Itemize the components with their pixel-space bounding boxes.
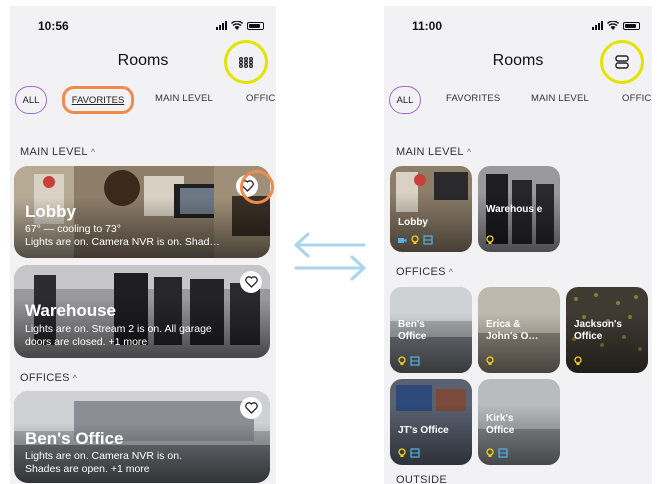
signal-icon xyxy=(592,21,603,30)
device-icons xyxy=(397,448,420,458)
device-icons xyxy=(397,235,433,245)
room-card-lobby[interactable]: Lobby 67° — cooling to 73° Lights are on… xyxy=(14,166,270,258)
room-name: Erica & John's O… xyxy=(486,319,539,342)
room-name: JT's Office xyxy=(398,425,449,436)
room-status-line-2: doors are closed. +1 more xyxy=(25,336,148,348)
section-header-main-level[interactable]: MAIN LEVEL ^ xyxy=(20,146,95,158)
room-card-warehouse[interactable]: Warehouse Lights are on. Stream 2 is on.… xyxy=(14,265,270,358)
chevron-up-icon: ^ xyxy=(72,373,78,383)
bulb-icon xyxy=(398,448,406,457)
status-icons xyxy=(592,21,640,30)
room-name: Lobby xyxy=(25,202,76,221)
tab-all[interactable]: ALL xyxy=(15,86,47,114)
phone-list-view: 10:56 Rooms ALL FAVORITES MAIN LEVEL OFF… xyxy=(10,6,276,484)
device-icons xyxy=(397,356,420,366)
status-time: 10:56 xyxy=(38,19,69,33)
list-view-icon xyxy=(615,55,629,69)
grid-view-icon xyxy=(239,56,253,68)
bulb-icon xyxy=(411,235,419,244)
shade-icon xyxy=(410,448,420,458)
favorite-button[interactable] xyxy=(240,397,262,419)
swap-arrows-icon xyxy=(294,232,366,281)
bulb-icon xyxy=(574,356,582,365)
section-label: OFFICES xyxy=(20,372,70,384)
section-label: OUTSIDE xyxy=(396,474,447,484)
room-status-line-1: Lights are on. Stream 2 is on. All garag… xyxy=(25,323,212,335)
chevron-up-icon: ^ xyxy=(90,147,96,157)
wifi-icon xyxy=(607,21,619,30)
tab-offices[interactable]: OFFIC xyxy=(246,93,276,104)
room-tile-bens-office[interactable]: Ben's Office xyxy=(390,287,472,373)
room-name: Lobby xyxy=(398,217,428,228)
wifi-icon xyxy=(231,21,243,30)
signal-icon xyxy=(216,21,227,30)
camera-icon xyxy=(398,238,407,243)
section-header-offices[interactable]: OFFICES ^ xyxy=(396,266,453,278)
status-icons xyxy=(216,21,264,30)
bulb-icon xyxy=(486,448,494,457)
room-tile-jacksons-office[interactable]: Jackson's Office xyxy=(566,287,648,373)
shade-icon xyxy=(423,235,433,245)
tab-all[interactable]: ALL xyxy=(389,86,421,114)
bulb-icon xyxy=(486,235,494,244)
heart-icon xyxy=(244,276,258,288)
room-name: Jackson's Office xyxy=(574,319,622,342)
tab-favorites[interactable]: FAVORITES xyxy=(62,86,134,114)
bulb-icon xyxy=(486,356,494,365)
favorite-highlight-ring xyxy=(240,170,274,204)
section-label: MAIN LEVEL xyxy=(396,146,464,158)
room-name: Kirk's Office xyxy=(486,413,515,436)
grid-view-button[interactable] xyxy=(224,40,268,84)
room-tile-jts-office[interactable]: JT's Office xyxy=(390,379,472,465)
section-label: MAIN LEVEL xyxy=(20,146,88,158)
room-card-bens-office[interactable]: Ben's Office Lights are on. Camera NVR i… xyxy=(14,391,270,483)
shade-icon xyxy=(410,356,420,366)
room-name: Ben's Office xyxy=(398,319,427,342)
room-tile-erica-johns-office[interactable]: Erica & John's O… xyxy=(478,287,560,373)
filter-tabs: ALL FAVORITES MAIN LEVEL OFFIC xyxy=(384,86,652,116)
room-status: Lights are on. Camera NVR is on. Shad… xyxy=(25,236,220,248)
status-bar: 11:00 xyxy=(384,19,652,35)
favorite-button[interactable] xyxy=(240,271,262,293)
device-icons xyxy=(485,356,495,366)
room-name: Warehous e xyxy=(486,204,543,215)
device-icons xyxy=(573,356,583,366)
status-time: 11:00 xyxy=(412,19,443,33)
list-view-button[interactable] xyxy=(600,40,644,84)
room-status-line-1: Lights are on. Camera NVR is on. xyxy=(25,450,182,462)
room-name: Ben's Office xyxy=(25,429,124,448)
section-header-offices[interactable]: OFFICES ^ xyxy=(20,372,77,384)
chevron-up-icon: ^ xyxy=(466,147,472,157)
room-tile-lobby[interactable]: Lobby xyxy=(390,166,472,252)
shade-icon xyxy=(498,448,508,458)
battery-icon xyxy=(623,21,640,30)
tab-favorites[interactable]: FAVORITES xyxy=(446,93,500,104)
comparison-stage: 10:56 Rooms ALL FAVORITES MAIN LEVEL OFF… xyxy=(0,0,657,484)
phone-grid-view: 11:00 Rooms ALL FAVORITES MAIN LEVEL OFF… xyxy=(384,6,652,484)
filter-tabs: ALL FAVORITES MAIN LEVEL OFFIC xyxy=(10,86,276,116)
room-tile-kirks-office[interactable]: Kirk's Office xyxy=(478,379,560,465)
room-temperature: 67° — cooling to 73° xyxy=(25,223,121,235)
tab-main-level[interactable]: MAIN LEVEL xyxy=(531,93,589,104)
section-header-main-level[interactable]: MAIN LEVEL ^ xyxy=(396,146,471,158)
device-icons xyxy=(485,448,508,458)
room-name: Warehouse xyxy=(25,301,117,320)
section-header-outside[interactable]: OUTSIDE xyxy=(396,474,447,484)
tab-main-level[interactable]: MAIN LEVEL xyxy=(155,93,213,104)
room-tile-warehouse[interactable]: Warehous e xyxy=(478,166,560,252)
battery-icon xyxy=(247,21,264,30)
tab-offices[interactable]: OFFIC xyxy=(622,93,652,104)
bulb-icon xyxy=(398,356,406,365)
room-status-line-2: Shades are open. +1 more xyxy=(25,463,150,475)
status-bar: 10:56 xyxy=(10,19,276,35)
section-label: OFFICES xyxy=(396,266,446,278)
heart-icon xyxy=(244,402,258,414)
chevron-up-icon: ^ xyxy=(448,267,454,277)
device-icons xyxy=(485,235,495,245)
